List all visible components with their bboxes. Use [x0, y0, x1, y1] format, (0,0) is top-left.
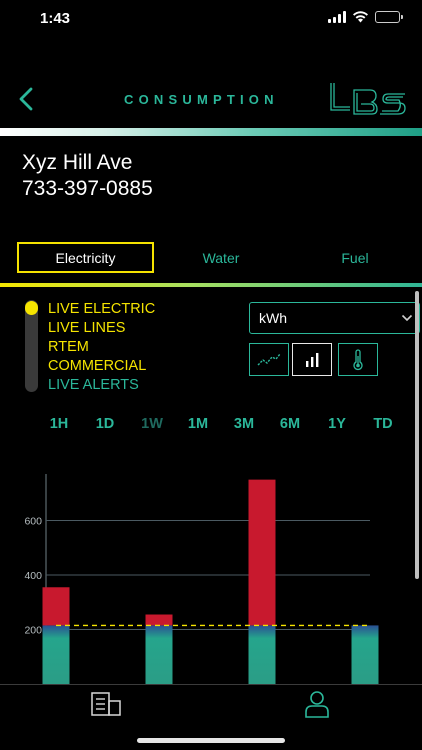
range-1h[interactable]: 1H [50, 416, 69, 432]
address-phone: 733-397-0885 [22, 177, 153, 200]
feed-item-commercial[interactable]: COMMERCIAL [48, 357, 155, 376]
bar-base [42, 625, 70, 684]
feed-item-live-lines[interactable]: LIVE LINES [48, 319, 155, 338]
home-indicator [137, 738, 285, 743]
bar-overage [42, 587, 70, 626]
y-tick-label: 200 [24, 625, 42, 637]
bar-base [351, 625, 379, 684]
unit-select-value: kWh [259, 310, 287, 326]
bar-base [248, 625, 276, 684]
range-1w[interactable]: 1W [141, 416, 163, 432]
range-1m[interactable]: 1M [188, 416, 208, 432]
building-icon [91, 692, 121, 716]
utility-tabs: Electricity Water Fuel [0, 242, 422, 278]
range-td[interactable]: TD [373, 416, 392, 432]
bar-chart-button[interactable] [292, 343, 332, 376]
wifi-icon [353, 11, 368, 23]
chart-grid: 200 400 600 [24, 474, 370, 684]
y-tick-label: 600 [24, 516, 42, 528]
range-1y[interactable]: 1Y [328, 416, 346, 432]
back-button[interactable] [12, 84, 40, 114]
profile-icon [305, 691, 329, 718]
lbs-logo [330, 83, 406, 115]
chart-bars [42, 479, 379, 684]
bar-chart-icon [306, 352, 319, 367]
battery-icon [375, 11, 403, 23]
feed-item-rtem[interactable]: RTEM [48, 338, 155, 357]
nav-buildings-button[interactable] [89, 689, 123, 719]
time-range-selector: 1H 1D 1W 1M 3M 6M 1Y TD [0, 416, 422, 436]
bar-base [145, 625, 173, 684]
status-icons [328, 11, 403, 23]
line-chart-button[interactable] [249, 343, 289, 376]
feed-list: LIVE ELECTRIC LIVE LINES RTEM COMMERCIAL… [48, 300, 155, 395]
range-3m[interactable]: 3M [234, 416, 254, 432]
feed-item-live-alerts[interactable]: LIVE ALERTS [48, 376, 155, 395]
bar-overage [145, 614, 173, 626]
range-1d[interactable]: 1D [96, 416, 115, 432]
consumption-chart: 200 400 600 [24, 474, 379, 684]
chevron-left-icon [19, 87, 33, 111]
feed-toggle-knob[interactable] [25, 301, 38, 315]
tab-water[interactable]: Water [170, 242, 272, 273]
header-divider [0, 128, 422, 136]
feed-scroll-toggle[interactable] [25, 300, 38, 392]
tab-electricity[interactable]: Electricity [17, 242, 154, 273]
status-bar: 1:43 [0, 0, 422, 40]
cellular-signal-icon [328, 11, 346, 23]
range-6m[interactable]: 6M [280, 416, 300, 432]
unit-select[interactable]: kWh [249, 302, 420, 334]
tabs-divider [0, 283, 422, 287]
line-chart-icon [257, 353, 281, 365]
bar-overage [248, 479, 276, 626]
tab-fuel[interactable]: Fuel [305, 242, 405, 273]
temperature-button[interactable] [338, 343, 378, 376]
feed-item-live-electric[interactable]: LIVE ELECTRIC [48, 300, 155, 319]
status-time: 1:43 [40, 10, 71, 27]
address-name: Xyz Hill Ave [22, 151, 133, 174]
y-tick-label: 400 [24, 570, 42, 582]
nav-profile-button[interactable] [300, 689, 334, 719]
page-title: CONSUMPTION [124, 92, 279, 107]
chevron-down-icon [401, 314, 413, 322]
thermometer-icon [353, 348, 363, 370]
